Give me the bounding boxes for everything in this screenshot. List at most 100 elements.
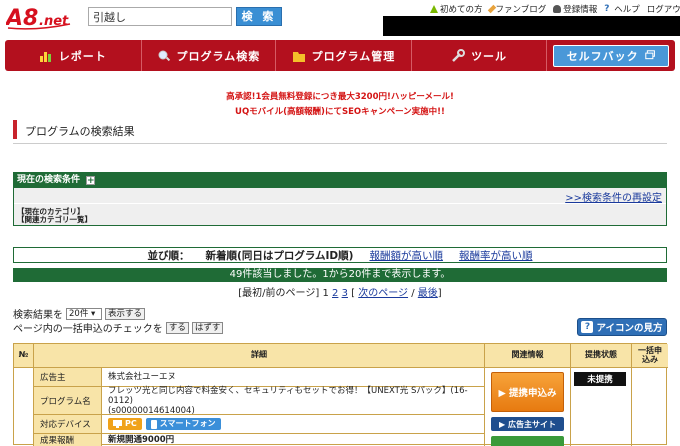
toplink-label: 初めての方 xyxy=(440,5,483,15)
divider xyxy=(14,203,666,204)
label-advertiser: 広告主 xyxy=(34,368,102,387)
question-icon: ? xyxy=(581,321,594,333)
nav-label: プログラム管理 xyxy=(311,49,396,63)
bulk-check-control: ページ内の一括申込のチェックを する はずす xyxy=(13,320,224,335)
col-header-bulk: 一括申込み xyxy=(632,344,668,368)
last-page-link[interactable]: 最後 xyxy=(418,288,438,299)
advertiser-site-button[interactable]: ▶ 広告主サイト xyxy=(491,417,564,431)
per-page-label: 検索結果を xyxy=(13,310,63,321)
smartphone-badge: スマートフォン xyxy=(145,418,221,430)
nav-tools[interactable]: ツール xyxy=(412,40,548,71)
pencil-icon xyxy=(487,4,496,14)
page-current: 1 xyxy=(322,288,329,299)
title-accent xyxy=(13,120,17,139)
icon-legend-label: アイコンの見方 xyxy=(596,323,663,334)
search-input[interactable] xyxy=(88,7,232,26)
result-count: 49件該当しました。1から20件まで表示します。 xyxy=(13,268,667,282)
redacted-banner xyxy=(383,16,680,36)
program-id: (s00000014614004) xyxy=(108,405,195,416)
folder-icon xyxy=(292,51,305,62)
conditions-header: 現在の検索条件 + xyxy=(14,173,666,188)
toplink-label: ログアウト xyxy=(646,5,680,15)
window-icon xyxy=(644,50,655,60)
divider xyxy=(570,368,571,446)
nav-program-manage[interactable]: プログラム管理 xyxy=(276,40,412,71)
sort-label: 並び順： xyxy=(147,249,190,262)
chart-icon xyxy=(39,51,51,62)
check-all-button[interactable]: する xyxy=(165,321,189,334)
label-reward: 成果報酬 xyxy=(34,434,102,446)
col-header-related: 関連情報 xyxy=(485,344,571,368)
reset-conditions-link[interactable]: >>検索条件の再設定 xyxy=(565,189,662,204)
pc-badge: PC xyxy=(108,418,142,430)
icon-legend-button[interactable]: ? アイコンの見方 xyxy=(577,318,667,336)
divider xyxy=(13,143,667,144)
status-badge: 未提携 xyxy=(574,372,626,386)
page-title: プログラムの検索結果 xyxy=(25,125,135,138)
advertiser-name: 株式会社ユーエヌ xyxy=(102,368,484,387)
label-devices: 対応デバイス xyxy=(34,415,102,434)
user-icon xyxy=(553,5,562,13)
apply-partnership-button[interactable]: ▶ 提携申込み xyxy=(491,372,564,412)
toplink-account[interactable]: 登録情報 xyxy=(553,3,597,15)
toplink-logout[interactable]: ログアウト xyxy=(647,3,680,15)
col-header-detail: 詳細 xyxy=(34,344,485,368)
reward-value: 新規開通9000円 xyxy=(108,435,175,445)
divider xyxy=(484,368,485,446)
program-name-cell: フレッツ光と同じ内容で料金安く、セキュリティもセットでお得！【UNEXT光 Sパ… xyxy=(102,385,484,416)
pc-label: PC xyxy=(125,419,137,428)
nav-program-search[interactable]: プログラム検索 xyxy=(142,40,277,71)
nav-selfback[interactable]: セルフバック xyxy=(553,44,670,67)
magnifier-icon xyxy=(158,50,170,61)
uncheck-all-button[interactable]: はずす xyxy=(191,321,224,334)
per-page-value: 20件 xyxy=(69,308,89,319)
a8-logo[interactable]: A8 .net xyxy=(6,4,72,30)
campaign-link-2[interactable]: UQモバイル(高額報酬)にてSEOキャンペーン実施中!! xyxy=(0,105,680,117)
label-program-name: プログラム名 xyxy=(34,387,102,415)
pager-bracket: ] xyxy=(437,288,442,299)
pagination: [最初/前のページ] 1 2 3 [ 次のページ / 最後] xyxy=(13,284,667,299)
toplink-help[interactable]: ? ヘルプ xyxy=(604,3,640,16)
page-3-link[interactable]: 3 xyxy=(342,288,348,299)
nav-report[interactable]: レポート xyxy=(5,40,142,71)
col-header-status: 提携状態 xyxy=(571,344,632,368)
toplink-label: 登録情報 xyxy=(563,5,598,15)
devices-cell: PC スマートフォン xyxy=(102,415,484,434)
toplink-fanblog[interactable]: ファンブログ xyxy=(487,3,547,15)
toplink-beginner[interactable]: 初めての方 xyxy=(430,3,483,15)
expand-icon[interactable]: + xyxy=(86,176,96,186)
beginner-icon xyxy=(430,5,438,13)
pager-bracket: [ xyxy=(351,288,356,299)
question-icon: ? xyxy=(604,4,610,14)
sort-by-reward[interactable]: 報酬額が高い順 xyxy=(369,248,443,263)
per-page-select[interactable]: 20件 ▾ xyxy=(66,307,102,320)
campaign-link-1[interactable]: 高承認!1会員無料登録につき最大3200円!ハッピーメール! xyxy=(0,90,680,102)
nav-label: セルフバック xyxy=(566,49,639,63)
col-header-no: № xyxy=(14,344,34,368)
search-button[interactable]: 検 索 xyxy=(236,7,282,26)
related-categories: 【関連カテゴリ一覧】 xyxy=(17,215,92,224)
monitor-icon xyxy=(113,420,122,428)
divider xyxy=(631,368,632,446)
smartphone-label: スマートフォン xyxy=(159,419,216,428)
nav-label: レポート xyxy=(58,49,107,63)
svg-text:A8: A8 xyxy=(6,6,38,30)
top-links: 初めての方 ファンブログ 登録情報 ? ヘルプ ログアウト xyxy=(430,3,680,15)
page-2-link[interactable]: 2 xyxy=(332,288,338,299)
smartphone-icon xyxy=(150,419,157,429)
sort-by-rate[interactable]: 報酬率が高い順 xyxy=(459,248,533,263)
pager-slash: / xyxy=(411,288,415,299)
sort-bar: 並び順： 新着順(同日はプログラムID順) 報酬額が高い順 報酬率が高い順 xyxy=(13,247,667,263)
show-button[interactable]: 表示する xyxy=(105,307,146,320)
bulk-label: ページ内の一括申込のチェックを xyxy=(13,324,163,335)
next-page-link[interactable]: 次のページ xyxy=(358,288,408,299)
program-name: フレッツ光と同じ内容で料金安く、セキュリティもセットでお得！【UNEXT光 Sパ… xyxy=(108,385,468,406)
row-number-cell xyxy=(14,368,34,446)
toplink-label: ファンブログ xyxy=(495,5,547,15)
conditions-title: 現在の検索条件 xyxy=(17,175,81,185)
sort-current: 新着順(同日はプログラムID順) xyxy=(205,249,354,262)
toplink-label: ヘルプ xyxy=(614,5,640,15)
nav-label: プログラム検索 xyxy=(176,49,261,63)
wrench-icon xyxy=(452,48,466,62)
per-page-control: 検索結果を 20件 ▾ 表示する xyxy=(13,306,146,321)
